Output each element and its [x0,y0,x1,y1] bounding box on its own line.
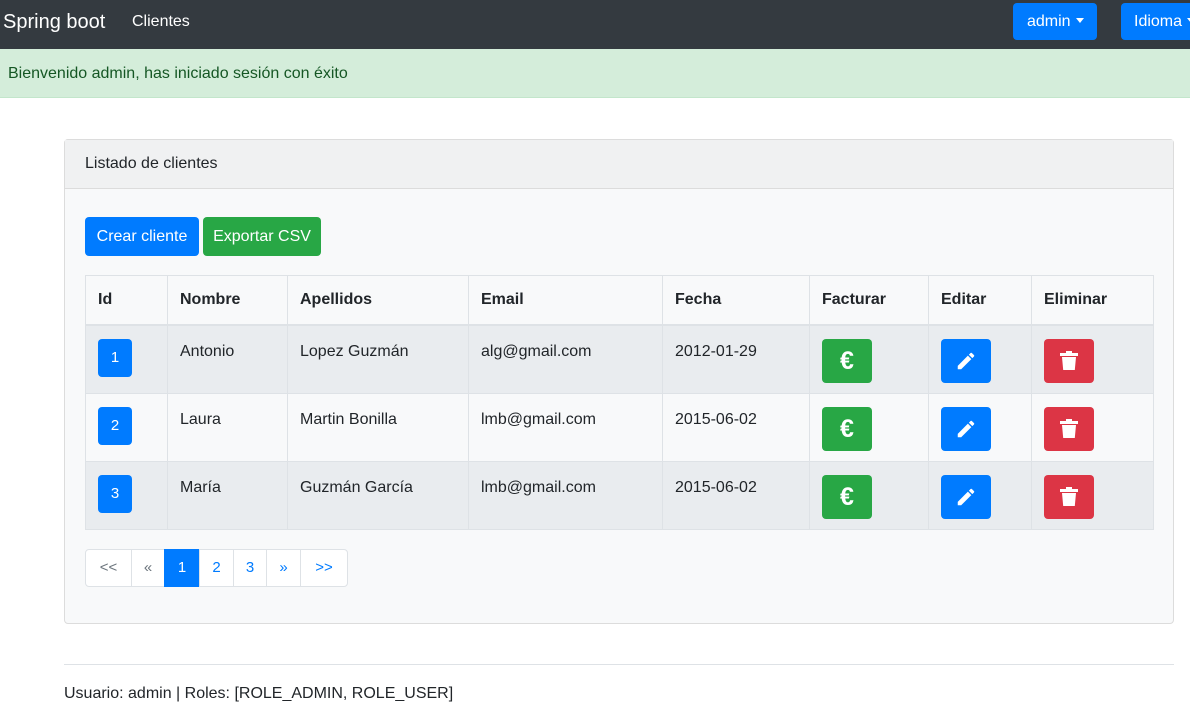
cell-id: 3 [85,460,168,530]
cell-editar [928,392,1032,462]
cell-email: lmb@gmail.com [468,460,663,530]
cell-editar [928,324,1032,394]
pencil-icon [957,352,975,370]
footer-user-roles: Usuario: admin | Roles: [ROLE_ADMIN, ROL… [64,685,454,702]
create-client-button[interactable]: Crear cliente [85,217,199,256]
user-menu-label: admin [1027,13,1071,30]
cell-facturar: € [809,324,929,394]
cell-nombre: Antonio [167,324,288,394]
column-header-eliminar: Eliminar [1031,275,1154,326]
trash-icon [1060,351,1078,370]
page-first[interactable]: << [85,549,132,587]
cell-email: alg@gmail.com [468,324,663,394]
cell-fecha: 2012-01-29 [662,324,810,394]
user-menu-button[interactable]: admin [1013,3,1097,40]
euro-icon: € [840,347,854,375]
pencil-icon [957,488,975,505]
column-header-editar: Editar [928,275,1032,326]
brand-link[interactable]: Spring boot [3,10,105,34]
cell-nombre: María [167,460,288,530]
create-invoice-button[interactable]: € [822,406,872,451]
table-row: 2 Laura Martin Bonilla lmb@gmail.com 201… [85,392,1154,462]
cell-eliminar [1031,392,1154,462]
table-row: 3 María Guzmán García lmb@gmail.com 2015… [85,460,1154,530]
table-header-row: Id Nombre Apellidos Email Fecha Facturar… [85,275,1154,326]
card-title: Listado de clientes [85,155,218,172]
cell-eliminar [1031,460,1154,530]
client-detail-button[interactable]: 2 [98,406,132,445]
client-detail-button[interactable]: 3 [98,474,132,513]
clients-card: Listado de clientes Crear cliente Export… [64,139,1174,624]
cell-apellidos: Martin Bonilla [287,392,469,462]
table-row: 1 Antonio Lopez Guzmán alg@gmail.com 201… [85,324,1154,394]
top-navbar: Spring boot Clientes admin Idioma [0,0,1190,49]
cell-apellidos: Guzmán García [287,460,469,530]
delete-client-button[interactable] [1044,406,1094,451]
language-menu-label: Idioma [1134,13,1183,30]
delete-client-button[interactable] [1044,474,1094,519]
cell-eliminar [1031,324,1154,394]
column-header-fecha: Fecha [662,275,810,326]
cell-fecha: 2015-06-02 [662,460,810,530]
edit-client-button[interactable] [941,474,991,519]
card-header: Listado de clientes [65,140,1173,189]
page-3[interactable]: 3 [233,549,267,587]
trash-icon [1060,486,1078,506]
create-invoice-button[interactable]: € [822,339,872,383]
cell-facturar: € [809,460,929,530]
cell-facturar: € [809,392,929,462]
export-csv-button[interactable]: Exportar CSV [203,217,321,256]
cell-email: lmb@gmail.com [468,392,663,462]
create-invoice-button[interactable]: € [822,474,872,519]
cell-editar [928,460,1032,530]
nav-link-clientes[interactable]: Clientes [132,12,190,32]
page-next[interactable]: » [266,549,301,587]
chevron-down-icon [1075,18,1084,23]
pencil-icon [957,420,975,437]
footer-divider [64,664,1174,665]
trash-icon [1060,418,1078,438]
success-alert: Bienvenido admin, has iniciado sesión co… [0,49,1190,98]
cell-apellidos: Lopez Guzmán [287,324,469,394]
page-2[interactable]: 2 [199,549,234,587]
cell-nombre: Laura [167,392,288,462]
page-previous[interactable]: « [131,549,165,587]
alert-message: Bienvenido admin, has iniciado sesión co… [8,65,348,82]
column-header-apellidos: Apellidos [287,275,469,326]
page-last[interactable]: >> [300,549,348,587]
edit-client-button[interactable] [941,339,991,383]
euro-icon: € [840,482,854,511]
cell-fecha: 2015-06-02 [662,392,810,462]
column-header-email: Email [468,275,663,326]
client-detail-button[interactable]: 1 [98,339,132,377]
pagination: << « 1 2 3 » >> [85,549,348,587]
cell-id: 1 [85,324,168,394]
column-header-nombre: Nombre [167,275,288,326]
euro-icon: € [840,414,854,443]
clients-table: Id Nombre Apellidos Email Fecha Facturar… [85,275,1154,530]
cell-id: 2 [85,392,168,462]
language-menu-button[interactable]: Idioma [1121,3,1190,40]
delete-client-button[interactable] [1044,339,1094,383]
column-header-id: Id [85,275,168,326]
column-header-facturar: Facturar [809,275,929,326]
edit-client-button[interactable] [941,406,991,451]
page-1[interactable]: 1 [164,549,200,587]
